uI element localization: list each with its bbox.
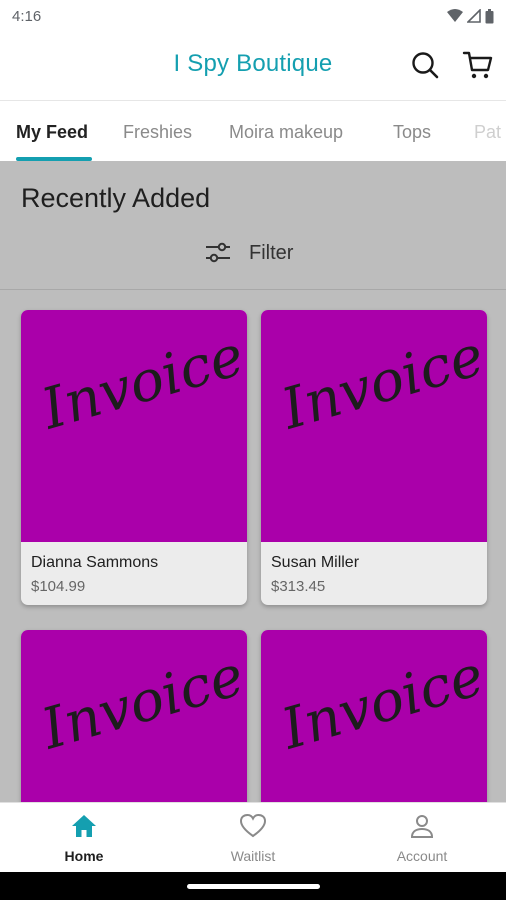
signal-icon (467, 9, 481, 23)
product-image-text: Invoice (35, 323, 247, 443)
status-icons (447, 8, 494, 24)
nav-waitlist[interactable]: Waitlist (193, 813, 313, 864)
product-image-text: Invoice (35, 643, 247, 763)
product-image: Invoice (261, 310, 487, 542)
product-card[interactable]: Invoice Susan Miller $313.45 (261, 310, 487, 605)
nav-home[interactable]: Home (24, 813, 144, 864)
status-bar: 4:16 (0, 0, 506, 32)
tab-tops[interactable]: Tops (393, 122, 431, 143)
filter-label: Filter (249, 241, 294, 264)
product-grid: Invoice Dianna Sammons $104.99 Invoice S… (0, 290, 506, 802)
gesture-handle[interactable] (187, 884, 320, 889)
nav-account-label: Account (396, 848, 448, 864)
section-title: Recently Added (21, 183, 211, 213)
filter-button[interactable]: Filter (205, 238, 293, 268)
status-time: 4:16 (12, 7, 42, 25)
product-image: Invoice (261, 630, 487, 802)
product-name: Dianna Sammons (31, 554, 159, 571)
product-card[interactable]: Invoice (21, 630, 247, 802)
product-price: $313.45 (271, 578, 326, 595)
nav-account[interactable]: Account (362, 813, 482, 864)
section-header: Recently Added Filter (0, 161, 506, 290)
product-price: $104.99 (31, 578, 86, 595)
home-icon (72, 815, 96, 837)
tab-moira-makeup[interactable]: Moira makeup (229, 122, 343, 143)
nav-waitlist-label: Waitlist (230, 848, 276, 864)
cart-icon[interactable] (462, 49, 494, 81)
filter-icon (206, 242, 230, 263)
tab-my-feed[interactable]: My Feed (16, 122, 88, 143)
heart-icon (239, 813, 267, 838)
product-name: Susan Miller (271, 554, 360, 571)
battery-icon (485, 8, 494, 23)
product-image-text: Invoice (275, 643, 487, 763)
product-image: Invoice (21, 310, 247, 542)
product-card[interactable]: Invoice Dianna Sammons $104.99 (21, 310, 247, 605)
product-card[interactable]: Invoice (261, 630, 487, 802)
product-image-text: Invoice (275, 323, 487, 443)
wifi-icon (447, 9, 463, 22)
search-icon[interactable] (410, 50, 440, 80)
tab-pat[interactable]: Pat (474, 122, 501, 143)
product-image: Invoice (21, 630, 247, 802)
nav-home-label: Home (64, 848, 104, 864)
system-navigation-bar (0, 872, 506, 900)
category-tabs: My Feed Freshies Moira makeup Tops Pat (0, 100, 506, 161)
tab-freshies[interactable]: Freshies (123, 122, 192, 143)
account-icon (410, 815, 434, 838)
app-bar: I Spy Boutique (0, 32, 506, 100)
bottom-navigation: Home Waitlist Account (0, 802, 506, 872)
